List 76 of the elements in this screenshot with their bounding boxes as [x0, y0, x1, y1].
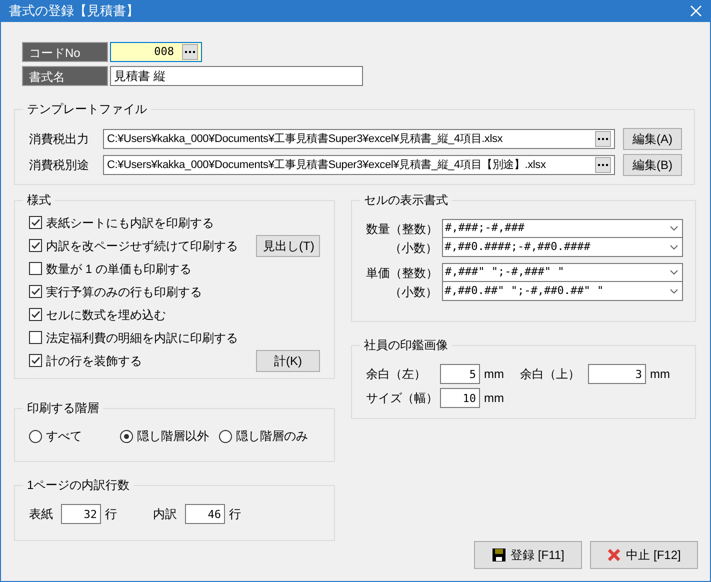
field-label: （小数） — [388, 284, 439, 300]
format-dropdown[interactable]: #,###;-#,### — [442, 219, 683, 238]
radio-button[interactable] — [219, 430, 232, 442]
ellipsis-icon — [598, 164, 608, 166]
checkbox[interactable] — [29, 354, 42, 367]
field-label: サイズ（幅） — [366, 390, 432, 407]
name-field[interactable]: 見積書 縦 — [110, 66, 363, 86]
field-label: 表紙 — [29, 506, 53, 523]
checkbox-option[interactable]: 表紙シートにも内訳を印刷する — [29, 214, 214, 232]
checkbox-option[interactable]: セルに数式を埋め込む — [29, 306, 166, 324]
number-field[interactable]: 5 — [440, 364, 480, 384]
path-field[interactable]: C:¥Users¥kakka_000¥Documents¥工事見積書Super3¥excel¥見積書_縦_4項目.xlsx — [103, 129, 615, 149]
checkbox-option[interactable]: 内訳を改ページせず続けて印刷する — [29, 236, 238, 254]
option-button[interactable]: 見出し(T) — [256, 234, 320, 256]
format-dropdown[interactable]: #,##0.####;-#,##0.#### — [442, 238, 683, 257]
checkbox[interactable] — [29, 308, 42, 321]
checkbox-option[interactable]: 実行予算のみの行も印刷する — [29, 282, 202, 300]
cancel-button[interactable]: 中止 [F12] — [590, 541, 698, 569]
field-label: 数量（整数） — [366, 220, 439, 238]
chevron-down-icon — [670, 288, 678, 294]
chevron-down-icon — [670, 244, 678, 250]
number-field[interactable]: 46 — [185, 504, 225, 524]
group-title: 社員の印鑑画像 — [363, 338, 449, 352]
number-field[interactable]: 10 — [440, 388, 480, 408]
chevron-down-icon — [670, 270, 678, 275]
radio-option[interactable]: すべて — [29, 427, 82, 445]
checkbox-option[interactable]: 法定福利費の明細を内訳に印刷する — [29, 328, 238, 346]
number-field[interactable]: 32 — [61, 504, 101, 524]
checkbox[interactable] — [29, 331, 42, 344]
checkbox-option[interactable]: 計の行を装飾する — [29, 352, 142, 370]
field-label: コードNo — [22, 42, 108, 62]
cross-icon — [607, 548, 622, 562]
checkbox[interactable] — [29, 285, 42, 298]
number-field[interactable]: 3 — [588, 364, 646, 384]
code-field[interactable]: 008 — [110, 42, 202, 62]
field-label: 余白（左） — [366, 366, 427, 383]
checkbox[interactable] — [29, 216, 42, 229]
path-field[interactable]: C:¥Users¥kakka_000¥Documents¥工事見積書Super3¥excel¥見積書_縦_4項目【別途】.xlsx — [103, 155, 615, 175]
group-title: セルの表示書式 — [363, 193, 449, 207]
close-icon — [690, 5, 702, 17]
field-label: 単価（整数） — [366, 264, 439, 282]
unit-label: mm — [484, 366, 504, 383]
checkbox[interactable] — [29, 262, 42, 275]
radio-button[interactable] — [29, 430, 42, 442]
window-title: 書式の登録【見積書】 — [9, 2, 139, 20]
group-title: 1ページの内訳行数 — [26, 478, 131, 492]
group-title: 印刷する階層 — [26, 401, 100, 415]
format-dropdown[interactable]: #,##0.##" ";-#,##0.##" " — [442, 282, 683, 301]
option-button[interactable]: 計(K) — [256, 350, 320, 372]
field-label: 消費税出力 — [29, 131, 90, 148]
save-button[interactable]: 登録 [F11] — [474, 541, 582, 569]
field-label: 書式名 — [22, 66, 108, 86]
edit-button[interactable]: 編集(A) — [623, 128, 682, 150]
format-dropdown[interactable]: #,###" ";-#,###" " — [442, 263, 683, 282]
ellipsis-icon — [185, 50, 195, 54]
ellipsis-icon — [598, 138, 608, 140]
radio-option[interactable]: 隠し階層以外 — [120, 427, 209, 445]
ellipsis-button[interactable] — [595, 157, 611, 173]
unit-label: 行 — [229, 506, 241, 523]
edit-button[interactable]: 編集(B) — [623, 154, 682, 176]
chevron-down-icon — [670, 226, 678, 231]
unit-label: 行 — [105, 506, 117, 523]
field-label: 消費税別途 — [29, 157, 90, 174]
field-label: 余白（上） — [520, 366, 580, 383]
group-title: 様式 — [26, 193, 52, 207]
radio-option[interactable]: 隠し階層のみ — [219, 427, 308, 445]
field-label: （小数） — [388, 240, 439, 256]
radio-button[interactable] — [120, 430, 133, 442]
field-label: 内訳 — [153, 506, 177, 523]
ellipsis-button[interactable] — [595, 131, 611, 147]
checkbox-option[interactable]: 数量が 1 の単価も印刷する — [29, 260, 192, 278]
group-title: テンプレートファイル — [26, 102, 148, 116]
ellipsis-button[interactable] — [182, 44, 198, 60]
checkbox[interactable] — [29, 239, 42, 252]
unit-label: mm — [650, 366, 670, 383]
unit-label: mm — [484, 390, 504, 407]
